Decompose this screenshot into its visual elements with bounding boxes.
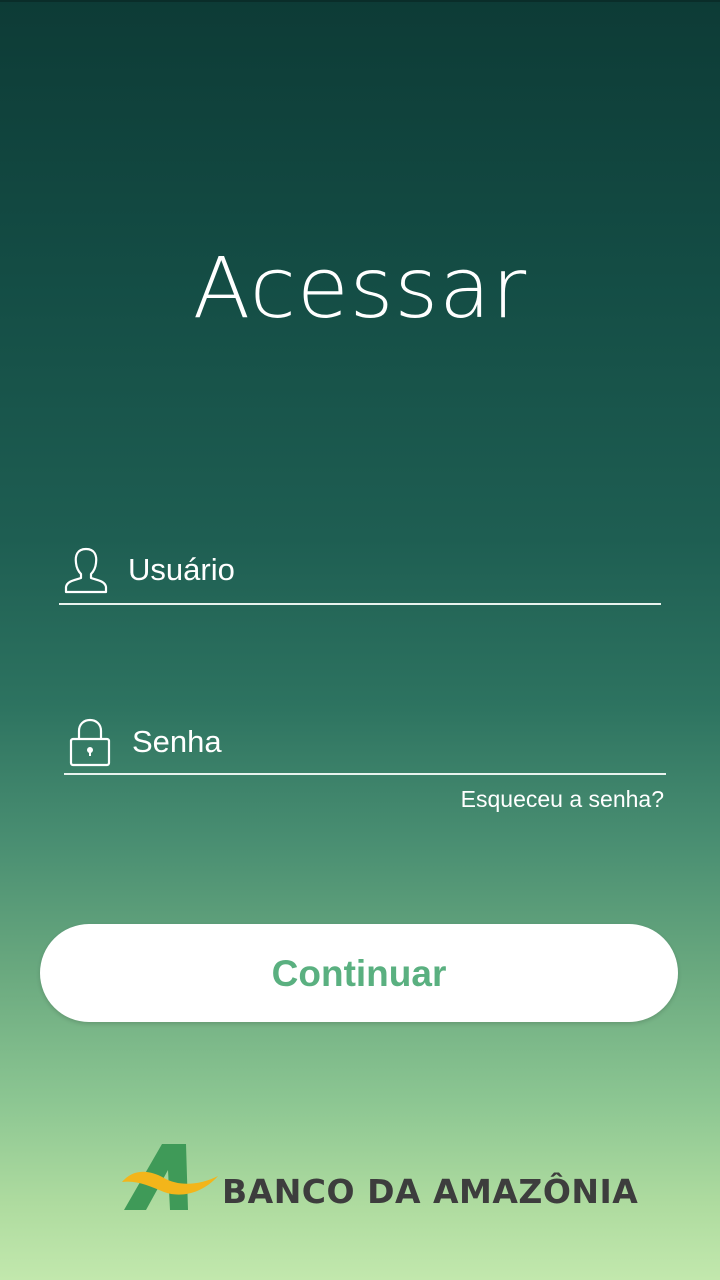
continue-button[interactable]: Continuar xyxy=(40,924,678,1022)
password-underline xyxy=(64,773,666,775)
page-title: Acessar xyxy=(192,239,528,337)
status-bar-divider xyxy=(0,0,720,2)
username-field[interactable] xyxy=(60,540,660,600)
username-underline xyxy=(59,603,661,605)
brand-logo: BANCO DA AMAZÔNIA xyxy=(120,1140,638,1212)
password-field[interactable] xyxy=(64,712,664,772)
password-input[interactable] xyxy=(132,724,632,760)
brand-name: BANCO DA AMAZÔNIA xyxy=(222,1172,639,1211)
user-icon xyxy=(60,544,112,596)
username-input[interactable] xyxy=(128,552,628,588)
forgot-password-link[interactable]: Esqueceu a senha? xyxy=(461,786,664,813)
lock-icon xyxy=(64,716,116,768)
banco-da-amazonia-logo xyxy=(122,1144,218,1210)
